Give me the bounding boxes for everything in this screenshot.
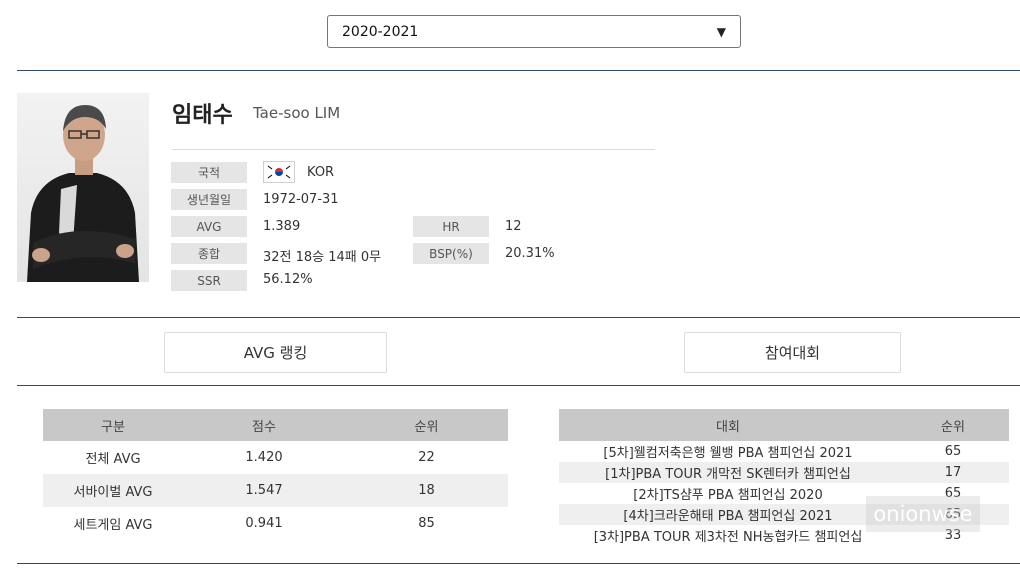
- chevron-down-icon: ▼: [716, 24, 726, 39]
- avg-header-score: 점수: [183, 409, 345, 441]
- avg-header-category: 구분: [43, 409, 183, 441]
- total-label: 종합: [171, 243, 247, 264]
- player-name-kr: 임태수: [172, 103, 233, 128]
- avg-cell-category: 세트게임 AVG: [73, 518, 153, 533]
- avg-cell-score: 1.547: [183, 474, 345, 507]
- tournament-cell-name: [3차]PBA TOUR 제3차전 NH농협카드 챔피언십: [593, 530, 863, 545]
- divider-bottom: [17, 563, 1020, 564]
- tournament-cell-name: [4차]크라운해태 PBA 챔피언십 2021: [559, 504, 897, 525]
- ssr-label: SSR: [171, 270, 247, 291]
- bsp-label: BSP(%): [413, 243, 489, 264]
- avg-cell-score: 1.420: [245, 450, 283, 465]
- table-row: 서바이벌 AVG 1.547 18: [43, 474, 508, 507]
- tournament-cell-name: [2차]TS샴푸 PBA 챔피언십 2020: [633, 488, 823, 503]
- hr-label: HR: [413, 216, 489, 237]
- season-select[interactable]: 2020-2021 ▼: [327, 15, 741, 48]
- tournament-cell-rank: 65: [944, 444, 962, 459]
- tab-tournaments[interactable]: 참여대회: [684, 332, 901, 373]
- avg-cell-rank: 85: [418, 516, 435, 531]
- player-photo: [17, 93, 149, 282]
- nationality-value: KOR: [307, 165, 335, 180]
- table-row: [5차]웰컴저축은행 웰뱅 PBA 챔피언십 2021 65: [559, 441, 1009, 462]
- player-name-en: Tae-soo LIM: [253, 104, 341, 122]
- tournament-cell-rank: 17: [897, 462, 1009, 483]
- birth-label: 생년월일: [171, 189, 247, 210]
- hr-value: 12: [505, 219, 522, 234]
- divider-tabs: [17, 385, 1020, 386]
- avg-cell-category: 전체 AVG: [85, 452, 141, 467]
- avg-header-rank: 순위: [345, 409, 508, 441]
- table-row: [1차]PBA TOUR 개막전 SK렌터카 챔피언십 17: [559, 462, 1009, 483]
- avg-value: 1.389: [263, 219, 301, 234]
- avg-cell-rank: 22: [418, 450, 435, 465]
- bsp-value: 20.31%: [505, 246, 555, 261]
- total-value: 32전 18승 14패 0무: [263, 250, 382, 265]
- tournament-header-rank: 순위: [897, 409, 1009, 441]
- nationality-label: 국적: [171, 162, 247, 183]
- table-row: 세트게임 AVG 0.941 85: [43, 507, 508, 540]
- name-divider: [172, 149, 655, 150]
- divider-mid: [17, 317, 1020, 318]
- birth-value: 1972-07-31: [263, 192, 339, 207]
- avg-ranking-table: 구분 점수 순위 전체 AVG 1.420 22 서바이벌 AVG 1.547 …: [43, 409, 508, 540]
- tournament-cell-name: [5차]웰컴저축은행 웰뱅 PBA 챔피언십 2021: [603, 446, 853, 461]
- korea-flag-icon: [263, 161, 295, 183]
- ssr-value: 56.12%: [263, 272, 313, 287]
- tournament-cell-name: [1차]PBA TOUR 개막전 SK렌터카 챔피언십: [559, 462, 897, 483]
- tab-avg-ranking[interactable]: AVG 랭킹: [164, 332, 387, 373]
- tournament-header-name: 대회: [559, 409, 897, 441]
- table-row: 전체 AVG 1.420 22: [43, 441, 508, 474]
- watermark: onionwse: [866, 496, 980, 532]
- avg-cell-category: 서바이벌 AVG: [43, 474, 183, 507]
- divider-top: [17, 70, 1020, 71]
- avg-cell-score: 0.941: [245, 516, 283, 531]
- season-select-value: 2020-2021: [342, 23, 419, 40]
- avg-cell-rank: 18: [345, 474, 508, 507]
- avg-label: AVG: [171, 216, 247, 237]
